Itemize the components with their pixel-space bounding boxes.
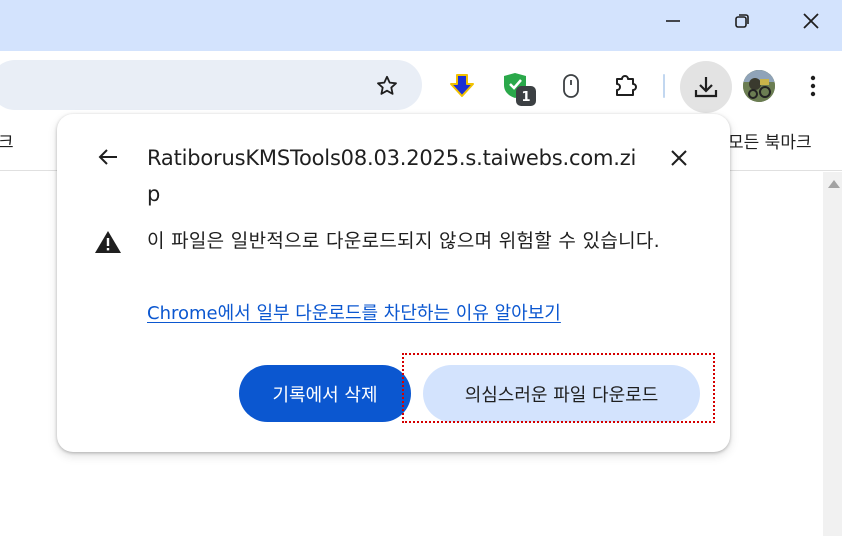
downloads-icon: [694, 77, 718, 98]
delete-from-history-button[interactable]: 기록에서 삭제: [239, 365, 411, 422]
downloads-button[interactable]: [680, 61, 732, 113]
browser-window: 1 크 모든 북마크 RatiborusKMSTools08.03.2025.s…: [0, 0, 842, 536]
title-bar: [0, 0, 842, 51]
bookmark-star-icon: [377, 75, 397, 95]
mouse-extension-button[interactable]: [556, 70, 586, 102]
profile-avatar[interactable]: [743, 70, 775, 102]
download-filename: RatiborusKMSTools08.03.2025.s.taiwebs.co…: [147, 146, 637, 206]
extension-badge: 1: [521, 90, 530, 105]
page-scrollbar[interactable]: [823, 172, 842, 536]
close-icon: [803, 13, 819, 29]
back-arrow-icon: [98, 149, 117, 165]
bookmark-item-partial[interactable]: 크: [0, 128, 14, 153]
address-bar[interactable]: [0, 60, 422, 110]
extensions-puzzle-icon: [616, 75, 637, 96]
highlight-outline: [402, 353, 715, 423]
more-menu-icon: [810, 75, 816, 97]
minimize-icon: [666, 20, 680, 22]
close-dialog-button[interactable]: [664, 143, 694, 173]
warning-message: 이 파일은 일반적으로 다운로드되지 않으며 위험할 수 있습니다.: [147, 230, 660, 252]
scroll-up-arrow-icon[interactable]: [828, 180, 840, 188]
learn-more-link[interactable]: Chrome에서 일부 다운로드를 차단하는 이유 알아보기: [147, 301, 561, 327]
toolbar-separator: [663, 74, 665, 98]
more-menu-button[interactable]: [798, 70, 828, 102]
close-window-button[interactable]: [776, 0, 842, 42]
shield-extension-button[interactable]: 1: [500, 68, 540, 108]
shield-extension-icon: 1: [504, 73, 536, 106]
download-extension-button[interactable]: [446, 70, 478, 102]
close-icon: [671, 150, 687, 166]
restore-button[interactable]: [707, 0, 777, 42]
download-arrow-extension-icon: [450, 74, 474, 97]
back-button[interactable]: [93, 142, 123, 172]
warning-icon: [95, 231, 121, 253]
all-bookmarks-button[interactable]: 모든 북마크: [728, 128, 812, 153]
minimize-button[interactable]: [638, 0, 708, 42]
restore-icon: [735, 14, 749, 28]
extensions-button[interactable]: [609, 68, 643, 102]
mouse-extension-icon: [563, 74, 579, 98]
profile-photo-icon: [743, 70, 775, 102]
bookmark-star-button[interactable]: [371, 70, 403, 102]
